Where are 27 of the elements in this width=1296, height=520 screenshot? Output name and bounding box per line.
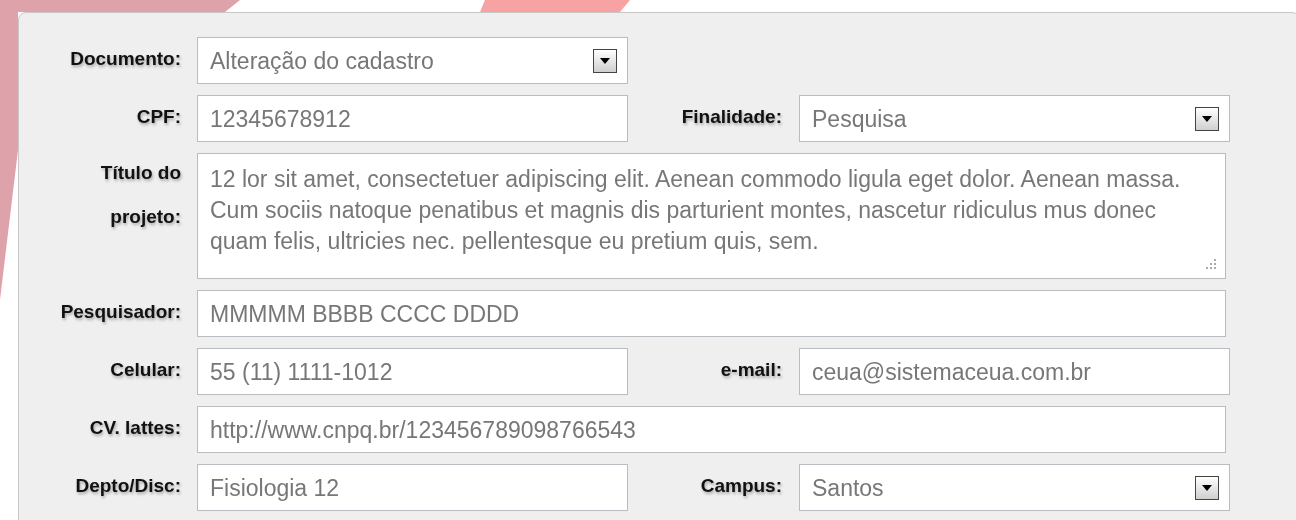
- caret-down-icon: [1202, 484, 1212, 491]
- dropdown-field[interactable]: Alteração do cadastro: [197, 37, 628, 84]
- field-label: Campus:: [699, 474, 782, 497]
- dropdown-arrow-button[interactable]: [1195, 475, 1219, 500]
- field-label: Depto/Disc:: [74, 474, 181, 497]
- dropdown-arrow-button[interactable]: [593, 48, 617, 73]
- text-area[interactable]: 12 lor sit amet, consectetuer adipiscing elit. Aenean commodo ligula eget dolor. Aenean massa. Cum sociis natoque penatibus et magnis dis parturient montes, nascetur ridiculus mus donec quam felis, ultricies nec. pellentesque eu pretium quis, sem.: [197, 153, 1226, 279]
- input-field[interactable]: Fisiologia 12: [197, 464, 628, 511]
- field-label: CV. lattes:: [88, 416, 181, 439]
- input-field[interactable]: 55 (11) 1111-1012: [197, 348, 628, 395]
- input-field[interactable]: 12345678912: [197, 95, 628, 142]
- input-field[interactable]: http://www.cnpq.br/123456789098766543: [197, 406, 1226, 453]
- caret-down-icon: [1202, 115, 1212, 122]
- field-label: Título do projeto:: [99, 161, 181, 229]
- caret-down-icon: [600, 57, 610, 64]
- field-label: Finalidade:: [680, 105, 782, 128]
- dropdown-field[interactable]: Santos: [799, 464, 1230, 511]
- dropdown-arrow-button[interactable]: [1195, 106, 1219, 131]
- field-label: CPF:: [135, 105, 181, 128]
- field-label: Celular:: [109, 358, 181, 381]
- input-field[interactable]: MMMMM BBBB CCCC DDDD: [197, 290, 1226, 337]
- field-label: e-mail:: [719, 358, 782, 381]
- field-label: Pesquisador:: [59, 300, 181, 323]
- resize-grip-icon[interactable]: [1205, 258, 1217, 270]
- dropdown-field[interactable]: Pesquisa: [799, 95, 1230, 142]
- field-label: Documento:: [69, 47, 181, 70]
- input-field[interactable]: ceua@sistemaceua.com.br: [799, 348, 1230, 395]
